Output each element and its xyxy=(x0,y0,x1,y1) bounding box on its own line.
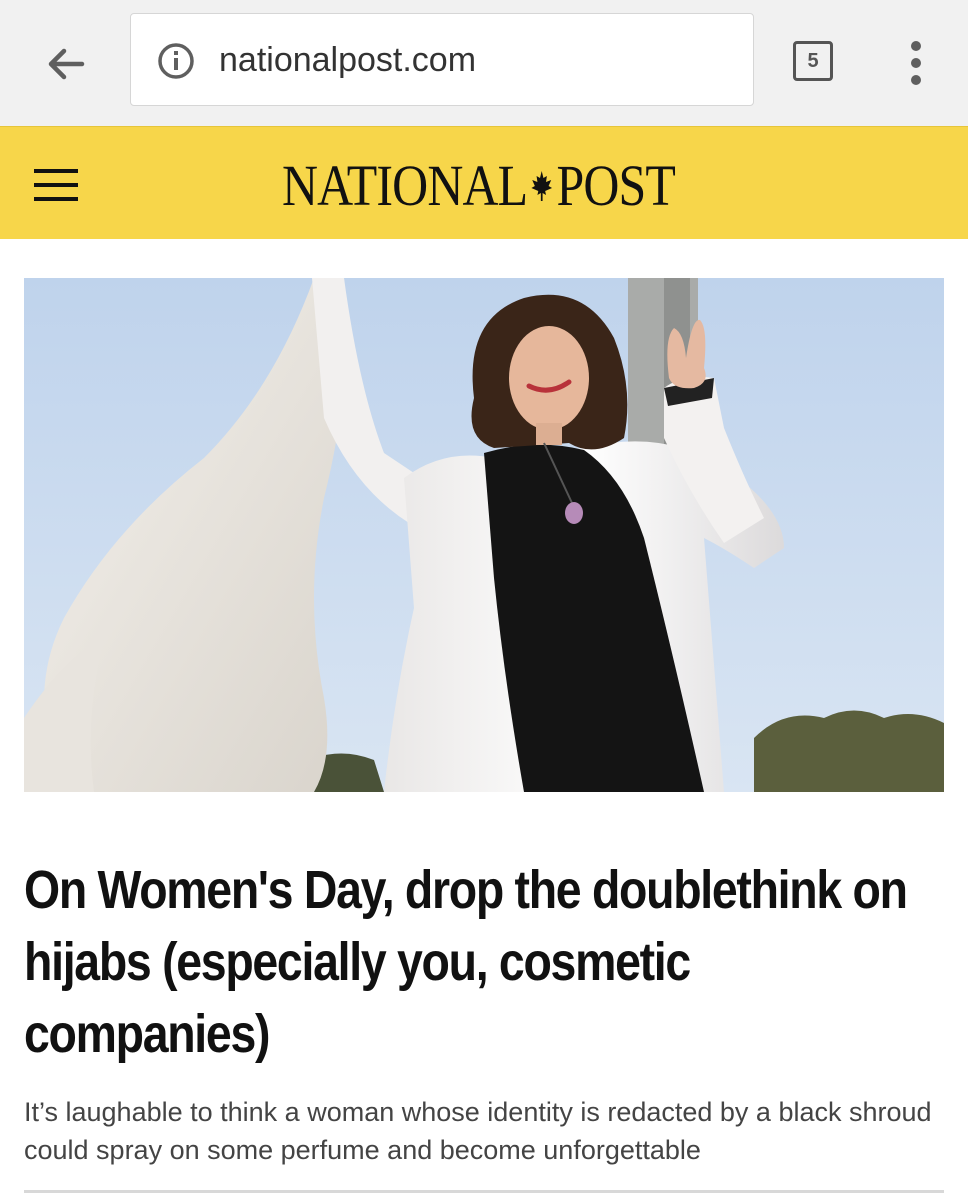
tab-switcher-button[interactable]: 5 xyxy=(793,41,833,81)
hamburger-menu-icon[interactable] xyxy=(34,167,78,203)
hero-photo xyxy=(24,278,944,792)
arrow-left-icon xyxy=(48,48,85,80)
site-header: NATIONAL POST xyxy=(0,126,968,239)
browser-toolbar: nationalpost.com 5 xyxy=(0,0,968,126)
url-text[interactable]: nationalpost.com xyxy=(219,38,476,82)
maple-leaf-icon xyxy=(531,171,553,201)
overflow-menu-icon[interactable] xyxy=(898,38,934,88)
info-icon[interactable] xyxy=(157,42,195,80)
site-logo[interactable]: NATIONAL POST xyxy=(282,151,676,219)
back-button[interactable] xyxy=(40,38,92,90)
logo-text-left: NATIONAL xyxy=(282,152,528,218)
address-bar[interactable]: nationalpost.com xyxy=(130,13,754,106)
article-headline[interactable]: On Women's Day, drop the doublethink on … xyxy=(24,854,936,1070)
divider xyxy=(24,1190,944,1193)
article-deck: It’s laughable to think a woman whose id… xyxy=(24,1097,932,1165)
logo-text-right: POST xyxy=(556,152,676,218)
article-hero-image[interactable] xyxy=(24,278,944,792)
